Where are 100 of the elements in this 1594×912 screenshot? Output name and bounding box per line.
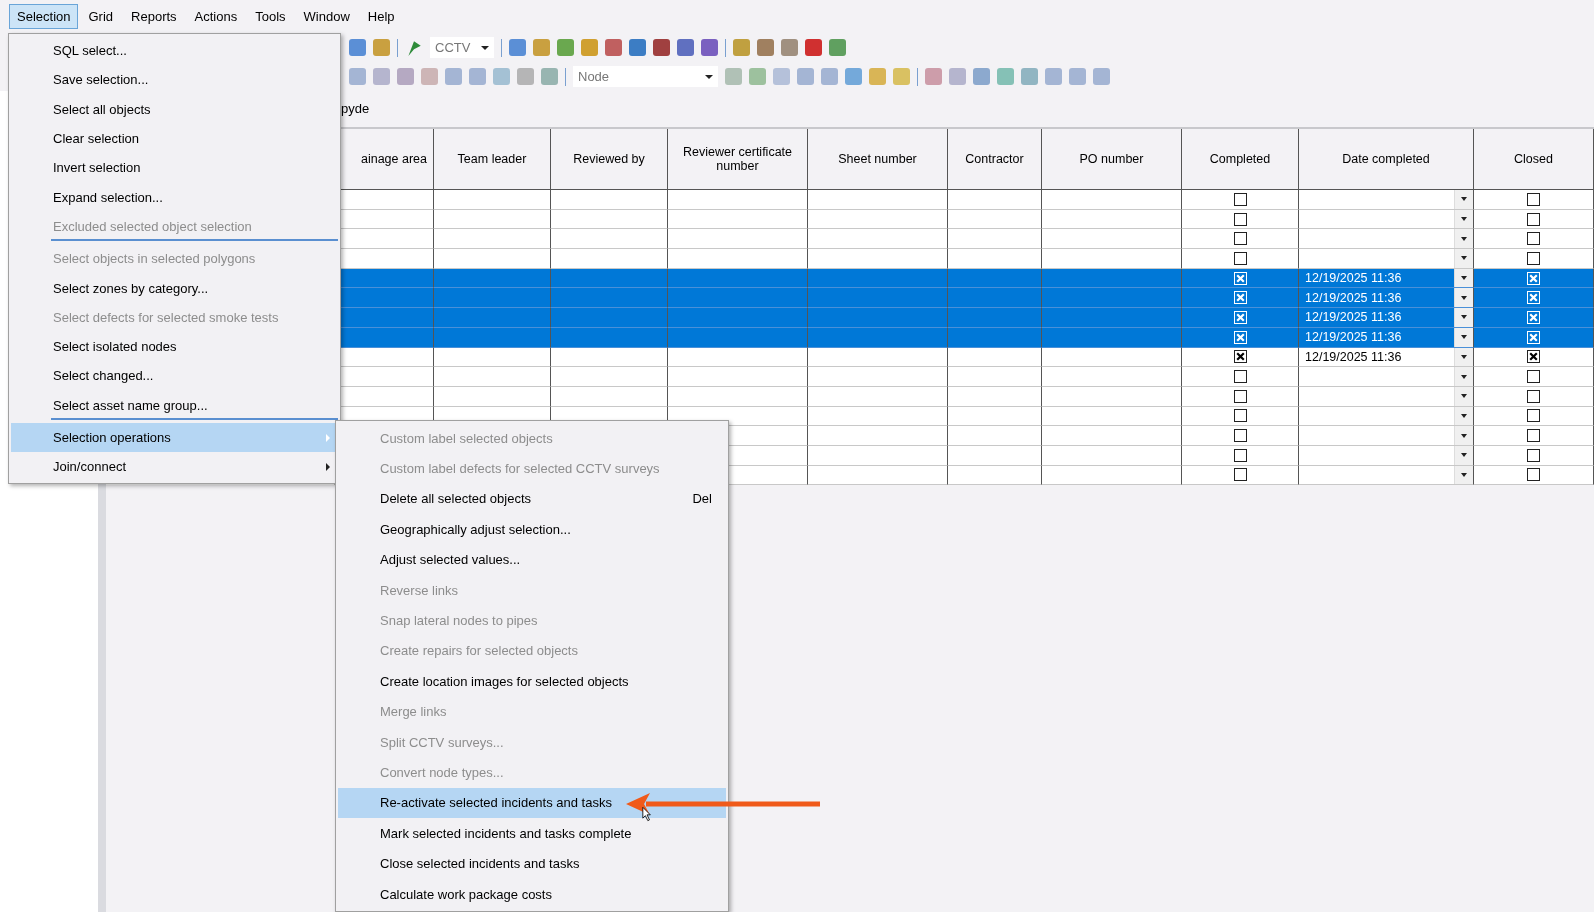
menu-item[interactable]: Create location images for selected objects — [338, 666, 726, 697]
toolbar-icon[interactable] — [421, 68, 438, 85]
checkbox[interactable] — [1527, 232, 1540, 246]
toolbar-icon[interactable] — [557, 39, 574, 56]
checkbox[interactable] — [1233, 350, 1247, 364]
dropdown-button[interactable] — [1454, 367, 1473, 386]
toolbar-icon[interactable] — [997, 68, 1014, 85]
checkbox[interactable] — [1233, 212, 1247, 226]
toolbar-icon[interactable] — [677, 39, 694, 56]
toolbar-icon[interactable] — [805, 39, 822, 56]
toolbar-icon[interactable] — [949, 68, 966, 85]
menu-item[interactable]: Close selected incidents and tasks — [338, 848, 726, 879]
checkbox[interactable] — [1233, 409, 1247, 423]
dropdown-button[interactable] — [1454, 190, 1473, 209]
checkbox[interactable] — [1527, 212, 1540, 226]
checkbox[interactable] — [1233, 389, 1247, 403]
column-header[interactable]: Reviewer certificate number — [668, 129, 808, 190]
toolbar-icon[interactable] — [349, 39, 366, 56]
toolbar-icon[interactable] — [781, 39, 798, 56]
filter-field[interactable]: pyde — [339, 98, 741, 120]
menu-item[interactable]: Save selection... — [11, 65, 338, 95]
dropdown-button[interactable] — [1454, 426, 1473, 445]
menu-item[interactable]: Geographically adjust selection... — [338, 514, 726, 545]
checkbox[interactable] — [1527, 468, 1540, 482]
menu-item[interactable]: Select asset name group... — [11, 390, 338, 420]
dropdown-button[interactable] — [1454, 249, 1473, 268]
column-header[interactable]: PO number — [1042, 129, 1182, 190]
column-header[interactable]: Sheet number — [808, 129, 948, 190]
menu-item[interactable]: Calculate work package costs — [338, 878, 726, 910]
checkbox[interactable] — [1527, 389, 1540, 403]
grid-row[interactable]: 12/19/2025 11:36 — [334, 347, 1594, 368]
menu-item[interactable]: Select all objects — [11, 94, 338, 124]
toolbar-icon[interactable] — [349, 68, 366, 85]
toolbar-icon[interactable] — [1069, 68, 1086, 85]
toolbar-icon[interactable] — [749, 68, 766, 85]
menu-item[interactable]: Re-activate selected incidents and tasks — [338, 787, 726, 819]
column-header[interactable]: Contractor — [948, 129, 1042, 190]
toolbar-icon[interactable] — [581, 39, 598, 56]
dropdown-button[interactable] — [1454, 308, 1473, 327]
checkbox[interactable] — [1527, 409, 1540, 423]
menu-item[interactable]: Adjust selected values... — [338, 544, 726, 575]
toolbar-icon[interactable] — [1045, 68, 1062, 85]
checkbox[interactable] — [1527, 251, 1540, 265]
toolbar-icon[interactable] — [893, 68, 910, 85]
column-header[interactable]: Reviewed by — [551, 129, 668, 190]
toolbar-icon[interactable] — [541, 68, 558, 85]
menu-bar-item[interactable]: Grid — [80, 4, 122, 29]
checkbox[interactable] — [1233, 429, 1247, 443]
toolbar-icon[interactable] — [397, 68, 414, 85]
toolbar-icon[interactable] — [845, 68, 862, 85]
checkbox[interactable] — [1233, 251, 1247, 265]
toolbar-icon[interactable] — [725, 68, 742, 85]
menu-item[interactable]: Delete all selected objects Del — [338, 483, 726, 515]
toolbar-icon[interactable] — [533, 39, 550, 56]
toolbar-icon[interactable] — [869, 68, 886, 85]
checkbox[interactable] — [1233, 448, 1247, 462]
menu-bar-item[interactable]: Selection — [9, 4, 79, 29]
column-header[interactable]: Closed — [1474, 129, 1594, 190]
checkbox[interactable] — [1527, 448, 1540, 462]
menu-bar-item[interactable]: Actions — [186, 4, 246, 29]
object-combo[interactable]: Node — [573, 66, 718, 87]
toolbar-icon[interactable] — [821, 68, 838, 85]
layer-combo[interactable]: CCTV — [430, 37, 494, 58]
menu-item[interactable]: SQL select... — [11, 36, 338, 66]
toolbar-icon[interactable] — [605, 39, 622, 56]
toolbar-icon[interactable] — [925, 68, 942, 85]
toolbar-icon[interactable] — [373, 39, 390, 56]
toolbar-icon[interactable] — [653, 39, 670, 56]
toolbar-icon[interactable] — [773, 68, 790, 85]
checkbox[interactable] — [1527, 350, 1540, 364]
toolbar-icon[interactable] — [757, 39, 774, 56]
toolbar-icon[interactable] — [701, 39, 718, 56]
toolbar-icon[interactable] — [445, 68, 462, 85]
toolbar-icon[interactable] — [469, 68, 486, 85]
toolbar-icon[interactable] — [493, 68, 510, 85]
checkbox[interactable] — [1233, 192, 1247, 206]
toolbar-icon[interactable] — [373, 68, 390, 85]
checkbox[interactable] — [1233, 232, 1247, 246]
menu-bar-item[interactable]: Tools — [247, 4, 294, 29]
toolbar-icon[interactable] — [1093, 68, 1110, 85]
menu-bar-item[interactable]: Help — [359, 4, 403, 29]
menu-bar-item[interactable]: Window — [295, 4, 358, 29]
dropdown-button[interactable] — [1454, 229, 1473, 249]
menu-item[interactable]: Mark selected incidents and tasks complete — [338, 818, 726, 849]
checkbox[interactable] — [1233, 468, 1247, 482]
checkbox[interactable] — [1527, 192, 1540, 206]
menu-bar-item[interactable]: Reports — [123, 4, 185, 29]
dropdown-button[interactable] — [1454, 288, 1473, 308]
checkbox[interactable] — [1233, 370, 1247, 384]
column-header[interactable]: Completed — [1182, 129, 1299, 190]
toolbar-icon[interactable] — [973, 68, 990, 85]
checkbox[interactable] — [1527, 429, 1540, 443]
toolbar-icon[interactable] — [1021, 68, 1038, 85]
toolbar-icon[interactable] — [629, 39, 646, 56]
column-header[interactable]: Date completed — [1299, 129, 1474, 190]
checkbox[interactable] — [1527, 370, 1540, 384]
toolbar-icon[interactable] — [509, 39, 526, 56]
column-header[interactable]: Team leader — [434, 129, 551, 190]
toolbar-icon[interactable] — [517, 68, 534, 85]
menu-item[interactable]: Join/connect — [11, 452, 338, 482]
